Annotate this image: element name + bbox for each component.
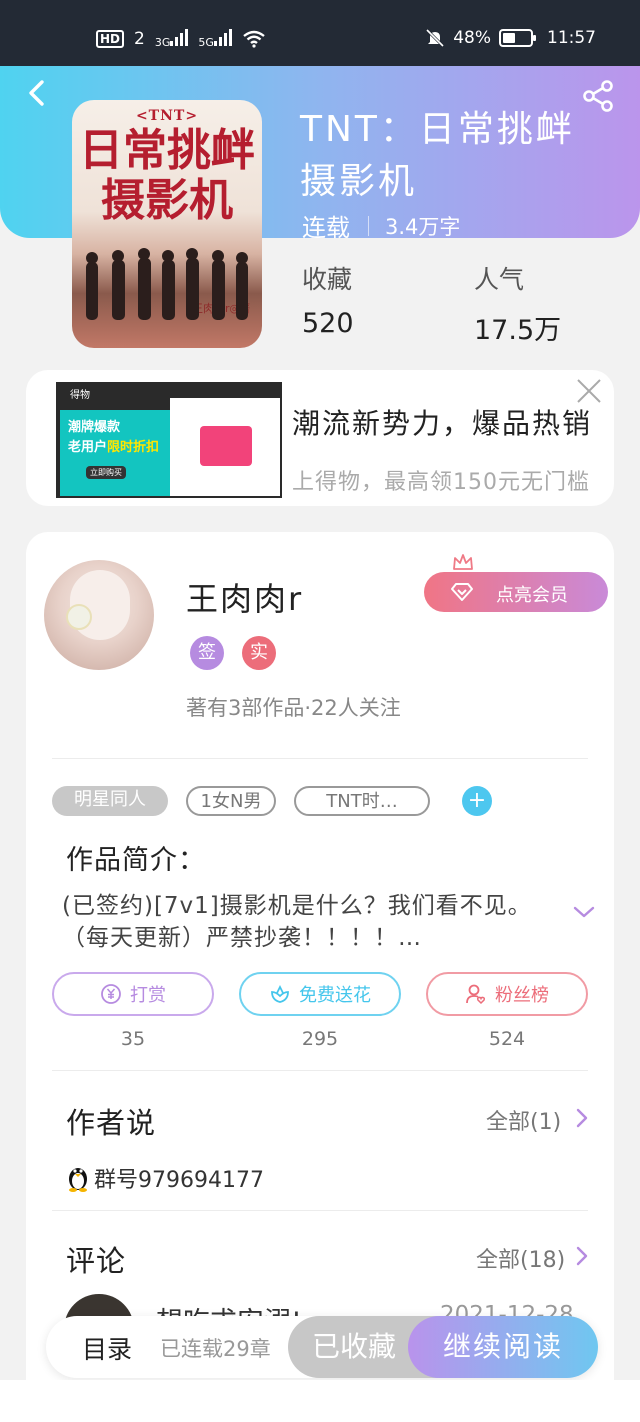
author-says-content: 群号979694177 — [94, 1168, 264, 1193]
book-title: TNT：日常挑衅摄影机 — [300, 109, 575, 202]
navigation-area — [0, 1380, 640, 1422]
cover-silhouettes — [86, 248, 248, 320]
status-bar: HD 2 3G 5G 48% 11:57 — [0, 0, 640, 66]
battery-percent: 48% — [453, 28, 491, 48]
fans-rank-label: 粉丝榜 — [495, 985, 549, 1006]
user-heart-icon — [466, 984, 486, 1005]
chevron-down-icon[interactable] — [572, 904, 596, 920]
flower-count: 295 — [301, 1028, 339, 1050]
battery-icon — [499, 29, 536, 47]
close-icon[interactable] — [576, 378, 602, 404]
popularity-value: 17.5万 — [474, 315, 562, 346]
handbag-image — [200, 426, 252, 466]
chevron-right-icon[interactable] — [576, 1108, 588, 1128]
signal-5g-icon: 5G — [198, 28, 232, 49]
crown-icon — [453, 554, 473, 570]
system-indicators: 48% 11:57 — [425, 28, 596, 48]
signal-3g-icon: 3G — [155, 28, 189, 49]
popularity-label: 人气 — [474, 265, 525, 294]
author-info: 著有3部作品·22人关注 — [186, 696, 401, 720]
author-says-all-link[interactable]: 全部(1) — [486, 1104, 561, 1136]
favorites-label: 收藏 — [302, 265, 353, 294]
ad-brand: 得物 — [70, 390, 90, 401]
directory-button[interactable]: 目录 — [82, 1330, 132, 1366]
clock: 11:57 — [547, 28, 596, 48]
tag-item[interactable]: 1女N男 — [186, 786, 276, 816]
fans-count: 524 — [488, 1028, 526, 1050]
chevron-right-icon[interactable] — [576, 1246, 588, 1266]
signed-badge: 签 — [190, 636, 224, 670]
tag-item[interactable]: 明星同人 — [52, 786, 168, 816]
vip-button[interactable]: 点亮会员 — [424, 572, 608, 612]
continue-reading-button[interactable]: 继续阅读 — [408, 1316, 598, 1378]
mute-bell-icon — [426, 28, 445, 48]
penguin-icon — [69, 1168, 87, 1192]
flower-icon — [271, 984, 289, 1003]
network-indicators: HD 2 3G 5G — [96, 28, 266, 49]
meta-divider — [368, 215, 369, 236]
ad-headline: 潮流新势力，爆品热销 — [292, 407, 593, 440]
send-flower-button[interactable]: 免费送花 — [239, 972, 401, 1016]
comments-heading: 评论 — [66, 1244, 127, 1278]
verified-badge: 实 — [242, 636, 276, 670]
ad-banner[interactable]: 得物 潮牌爆款 老用户限时折扣 立即购买 潮流新势力，爆品热销 上得物，最高领1… — [26, 370, 614, 506]
reward-label: 打赏 — [130, 985, 166, 1006]
book-cover[interactable]: <TNT> 日常挑衅 摄影机 王肉肉r◎著 — [72, 100, 262, 348]
hd-icon: HD — [96, 29, 125, 48]
cover-title-line1: 日常挑衅 — [79, 125, 255, 176]
ad-image: 得物 潮牌爆款 老用户限时折扣 立即购买 — [56, 382, 282, 498]
author-says-heading: 作者说 — [66, 1106, 157, 1140]
back-arrow-icon[interactable] — [22, 78, 52, 108]
ad-image-cta: 立即购买 — [86, 466, 126, 479]
favorites-value: 520 — [302, 308, 354, 339]
reward-button[interactable]: 打赏 — [52, 972, 214, 1016]
yen-coin-icon — [101, 984, 121, 1004]
cover-title-line2: 摄影机 — [101, 175, 233, 226]
send-flower-label: 免费送花 — [299, 985, 371, 1006]
intro-heading: 作品简介： — [66, 845, 206, 876]
vip-label: 点亮会员 — [496, 585, 568, 606]
add-tag-button[interactable]: + — [462, 786, 492, 816]
wifi-icon — [243, 30, 265, 48]
ad-image-line1: 潮牌爆款 — [68, 420, 121, 435]
chapter-count: 已连载29章 — [160, 1337, 271, 1361]
divider — [52, 758, 588, 759]
author-name[interactable]: 王肉肉r — [186, 574, 303, 620]
book-status: 连载 — [302, 214, 350, 242]
cover-series: <TNT> — [135, 108, 199, 124]
divider — [52, 1070, 588, 1071]
tag-item[interactable]: TNT时… — [294, 786, 430, 816]
diamond-icon — [451, 583, 473, 601]
divider — [52, 1210, 588, 1211]
fans-rank-button[interactable]: 粉丝榜 — [426, 972, 588, 1016]
book-word-count: 3.4万字 — [385, 214, 461, 239]
intro-text[interactable]: (已签约)[7v1]摄影机是什么？我们看不见。（每天更新）严禁抄袭！！！！… — [62, 890, 562, 954]
book-meta: 连载 3.4万字 — [302, 208, 460, 243]
author-avatar[interactable] — [44, 560, 154, 670]
comments-all-link[interactable]: 全部(18) — [476, 1242, 565, 1274]
ad-image-line2: 老用户限时折扣 — [68, 440, 160, 455]
reward-count: 35 — [120, 1028, 146, 1050]
ad-subtext: 上得物，最高领150元无门槛 — [292, 470, 590, 495]
sim-icon: 2 — [134, 28, 145, 49]
